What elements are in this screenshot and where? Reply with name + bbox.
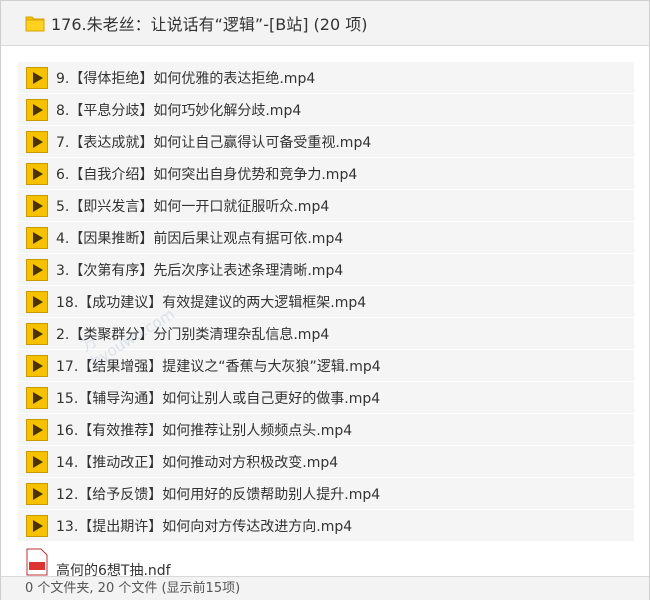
file-list: 9.【得体拒绝】如何优雅的表达拒绝.mp4 8.【平息分歧】如何巧妙化解分歧.mp… — [18, 62, 634, 577]
file-name: 5.【即兴发言】如何一开口就征服听众.mp4 — [56, 198, 330, 215]
file-row[interactable]: 12.【给予反馈】如何用好的反馈帮助别人提升.mp4 — [18, 478, 634, 510]
video-play-icon — [26, 258, 48, 281]
file-name: 13.【提出期许】如何向对方传达改进方向.mp4 — [56, 518, 353, 535]
file-name: 15.【辅导沟通】如何让别人或自己更好的做事.mp4 — [56, 390, 381, 407]
video-play-icon — [26, 450, 48, 473]
video-play-icon — [26, 482, 48, 505]
file-row[interactable]: 3.【次第有序】先后次序让表述条理清晰.mp4 — [18, 254, 634, 286]
video-play-icon — [26, 514, 48, 537]
file-row[interactable]: 14.【推动改正】如何推动对方积极改变.mp4 — [18, 446, 634, 478]
video-play-icon — [26, 322, 48, 345]
file-row[interactable]: 2.【类聚群分】分门别类清理杂乱信息.mp4 — [18, 318, 634, 350]
video-play-icon — [26, 418, 48, 441]
file-row[interactable]: 7.【表达成就】如何让自己赢得认可备受重视.mp4 — [18, 126, 634, 158]
video-play-icon — [26, 290, 48, 313]
file-row-partial[interactable]: 高何的6想T抽.ndf — [18, 542, 634, 577]
video-play-icon — [26, 130, 48, 153]
file-name: 2.【类聚群分】分门别类清理杂乱信息.mp4 — [56, 326, 330, 343]
status-text: 0 个文件夹, 20 个文件 (显示前15项) — [25, 581, 241, 596]
file-name: 9.【得体拒绝】如何优雅的表达拒绝.mp4 — [56, 70, 316, 87]
file-name: 4.【因果推断】前因后果让观点有据可依.mp4 — [56, 230, 344, 247]
file-row[interactable]: 17.【结果增强】提建议之“香蕉与大灰狼”逻辑.mp4 — [18, 350, 634, 382]
file-name: 6.【自我介绍】如何突出自身优势和竞争力.mp4 — [56, 166, 358, 183]
video-play-icon — [26, 66, 48, 89]
video-play-icon — [26, 98, 48, 121]
folder-title: 176.朱老丝：让说话有“逻辑”-[B站] (20 项) — [51, 15, 368, 34]
file-name: 8.【平息分歧】如何巧妙化解分歧.mp4 — [56, 102, 302, 119]
folder-header: 176.朱老丝：让说话有“逻辑”-[B站] (20 项) — [1, 1, 649, 46]
status-bar: 0 个文件夹, 20 个文件 (显示前15项) — [1, 576, 649, 600]
file-row[interactable]: 6.【自我介绍】如何突出自身优势和竞争力.mp4 — [18, 158, 634, 190]
file-row[interactable]: 13.【提出期许】如何向对方传达改进方向.mp4 — [18, 510, 634, 542]
file-row[interactable]: 8.【平息分歧】如何巧妙化解分歧.mp4 — [18, 94, 634, 126]
file-name: 12.【给予反馈】如何用好的反馈帮助别人提升.mp4 — [56, 486, 381, 503]
file-row[interactable]: 18.【成功建议】有效提建议的两大逻辑框架.mp4 — [18, 286, 634, 318]
pdf-icon — [26, 548, 48, 576]
folder-icon — [25, 14, 45, 32]
file-row[interactable]: 15.【辅导沟通】如何让别人或自己更好的做事.mp4 — [18, 382, 634, 414]
video-play-icon — [26, 194, 48, 217]
file-name: 16.【有效推荐】如何推荐让别人频频点头.mp4 — [56, 422, 353, 439]
video-play-icon — [26, 162, 48, 185]
file-row[interactable]: 9.【得体拒绝】如何优雅的表达拒绝.mp4 — [18, 62, 634, 94]
file-row[interactable]: 4.【因果推断】前因后果让观点有据可依.mp4 — [18, 222, 634, 254]
video-play-icon — [26, 354, 48, 377]
file-row[interactable]: 5.【即兴发言】如何一开口就征服听众.mp4 — [18, 190, 634, 222]
file-name: 高何的6想T抽.ndf — [56, 563, 171, 577]
file-name: 14.【推动改正】如何推动对方积极改变.mp4 — [56, 454, 339, 471]
file-name: 17.【结果增强】提建议之“香蕉与大灰狼”逻辑.mp4 — [56, 358, 381, 375]
file-name: 18.【成功建议】有效提建议的两大逻辑框架.mp4 — [56, 294, 367, 311]
video-play-icon — [26, 226, 48, 249]
video-play-icon — [26, 386, 48, 409]
file-name: 3.【次第有序】先后次序让表述条理清晰.mp4 — [56, 262, 344, 279]
file-name: 7.【表达成就】如何让自己赢得认可备受重视.mp4 — [56, 134, 372, 151]
file-row[interactable]: 16.【有效推荐】如何推荐让别人频频点头.mp4 — [18, 414, 634, 446]
